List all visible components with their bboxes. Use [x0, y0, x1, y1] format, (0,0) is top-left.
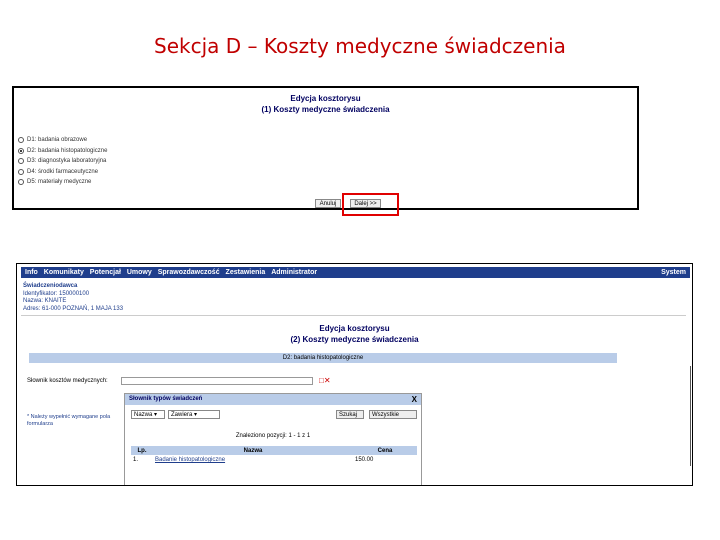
close-icon[interactable]: X: [412, 394, 417, 405]
table-header-row: Lp. Nazwa Cena: [131, 446, 417, 455]
radio-label-d3: diagnostyka laboratoryjna: [38, 158, 107, 165]
radio-label-d2: badania histopatologiczne: [38, 147, 108, 154]
provider-ident: Identyfikator: 150000100: [23, 290, 90, 297]
menu-item-umowy[interactable]: Umowy: [127, 269, 152, 276]
step2-panel: Info Komunikaty Potencjał Umowy Sprawozd…: [16, 263, 693, 486]
cancel-button[interactable]: Anuluj: [315, 199, 341, 208]
main-menu-bar: Info Komunikaty Potencjał Umowy Sprawozd…: [21, 267, 690, 278]
results-count: Znaleziono pozycji: 1 - 1 z 1: [235, 433, 311, 439]
menu-item-info[interactable]: Info: [25, 269, 38, 276]
slownik-input[interactable]: [121, 377, 313, 385]
panel1-title: Edycja kosztorysu: [290, 94, 361, 103]
menu-item-administrator[interactable]: Administrator: [271, 269, 317, 276]
next-button-highlight: [342, 193, 399, 216]
radio-code-d2: D2:: [27, 147, 37, 154]
divider: [21, 315, 686, 316]
radio-label-d1: badania obrazowe: [38, 137, 88, 144]
search-field-value: Nazwa: [134, 412, 153, 418]
radio-option-d2[interactable]: D2: badania histopatologiczne: [18, 146, 107, 157]
radio-option-d1[interactable]: D1: badania obrazowe: [18, 135, 107, 146]
row-nazwa-link[interactable]: Badanie histopatologiczne: [153, 455, 353, 465]
results-table: Lp. Nazwa Cena 1. Badanie histopatologic…: [131, 446, 417, 465]
radio-option-d4[interactable]: D4: środki farmaceutyczne: [18, 167, 107, 178]
menu-item-potencjal[interactable]: Potencjał: [90, 269, 121, 276]
row-lp: 1.: [133, 457, 139, 463]
radio-code-d5: D5:: [27, 179, 37, 186]
menu-item-system[interactable]: System: [661, 267, 686, 278]
radio-label-d5: materiały medyczne: [38, 179, 92, 186]
popup-title: Słownik typów świadczeń: [129, 396, 203, 402]
radio-button-d4[interactable]: [18, 168, 24, 175]
radio-label-d4: środki farmaceutyczne: [38, 168, 99, 175]
service-type-dictionary-popup: Słownik typów świadczeń X Nazwa ▾ Zawier…: [124, 393, 422, 485]
step1-panel: Edycja kosztorysu (1) Koszty medyczne św…: [12, 86, 639, 210]
radio-code-d3: D3:: [27, 158, 37, 165]
row-cena: 150.00: [355, 457, 374, 463]
radio-button-d5[interactable]: [18, 179, 24, 186]
radio-option-d5[interactable]: D5: materiały medyczne: [18, 177, 107, 188]
search-field-select[interactable]: Nazwa ▾: [131, 410, 165, 419]
slownik-label: Słownik kosztów medycznych:: [27, 378, 108, 384]
panel1-subtitle: (1) Koszty medyczne świadczenia: [261, 105, 390, 114]
radio-button-d3[interactable]: [18, 158, 24, 165]
note-line-2: formularza: [27, 421, 53, 427]
note-line-1: * Należy wypełnić wymagane pola: [27, 414, 111, 420]
menu-item-zestawienia[interactable]: Zestawienia: [226, 269, 266, 276]
search-mode-select[interactable]: Zawiera ▾: [168, 410, 220, 419]
search-mode-value: Zawiera: [171, 412, 193, 418]
radio-code-d1: D1:: [27, 137, 37, 144]
column-header-cena: Cena: [353, 446, 417, 455]
section-header-bar: D2: badania histopatologiczne: [29, 353, 617, 363]
panel2-title: Edycja kosztorysu: [319, 324, 390, 333]
column-header-nazwa: Nazwa: [153, 446, 353, 455]
menu-item-sprawozdawczosc[interactable]: Sprawozdawczość: [158, 269, 220, 276]
table-row[interactable]: 1. Badanie histopatologiczne 150.00: [131, 455, 417, 465]
radio-option-d3[interactable]: D3: diagnostyka laboratoryjna: [18, 156, 107, 167]
menu-item-komunikaty[interactable]: Komunikaty: [44, 269, 84, 276]
provider-address: Adres: 61-000 POZNAŃ, 1 MAJA 133: [23, 305, 124, 312]
radio-button-d2[interactable]: [18, 147, 24, 154]
required-fields-note: * Należy wypełnić wymagane pola formular…: [27, 414, 110, 428]
radio-code-d4: D4:: [27, 168, 37, 175]
provider-info: Świadczeniodawca Identyfikator: 15000010…: [23, 283, 123, 313]
scroll-edge: [690, 366, 691, 466]
slownik-pick-clear-icon[interactable]: □✕: [319, 376, 331, 385]
search-button[interactable]: Szukaj: [336, 410, 364, 419]
popup-header: Słownik typów świadczeń X: [125, 394, 421, 405]
radio-button-d1[interactable]: [18, 137, 24, 144]
slide-title: Sekcja D – Koszty medyczne świadczenia: [154, 34, 566, 58]
show-all-button[interactable]: Wszystkie: [369, 410, 417, 419]
provider-name: Nazwa: KNAITE: [23, 298, 67, 304]
provider-label: Świadczeniodawca: [23, 283, 78, 289]
cost-type-radio-list: D1: badania obrazowe D2: badania histopa…: [18, 135, 107, 188]
panel2-subtitle: (2) Koszty medyczne świadczenia: [290, 335, 419, 344]
column-header-lp: Lp.: [131, 446, 153, 455]
